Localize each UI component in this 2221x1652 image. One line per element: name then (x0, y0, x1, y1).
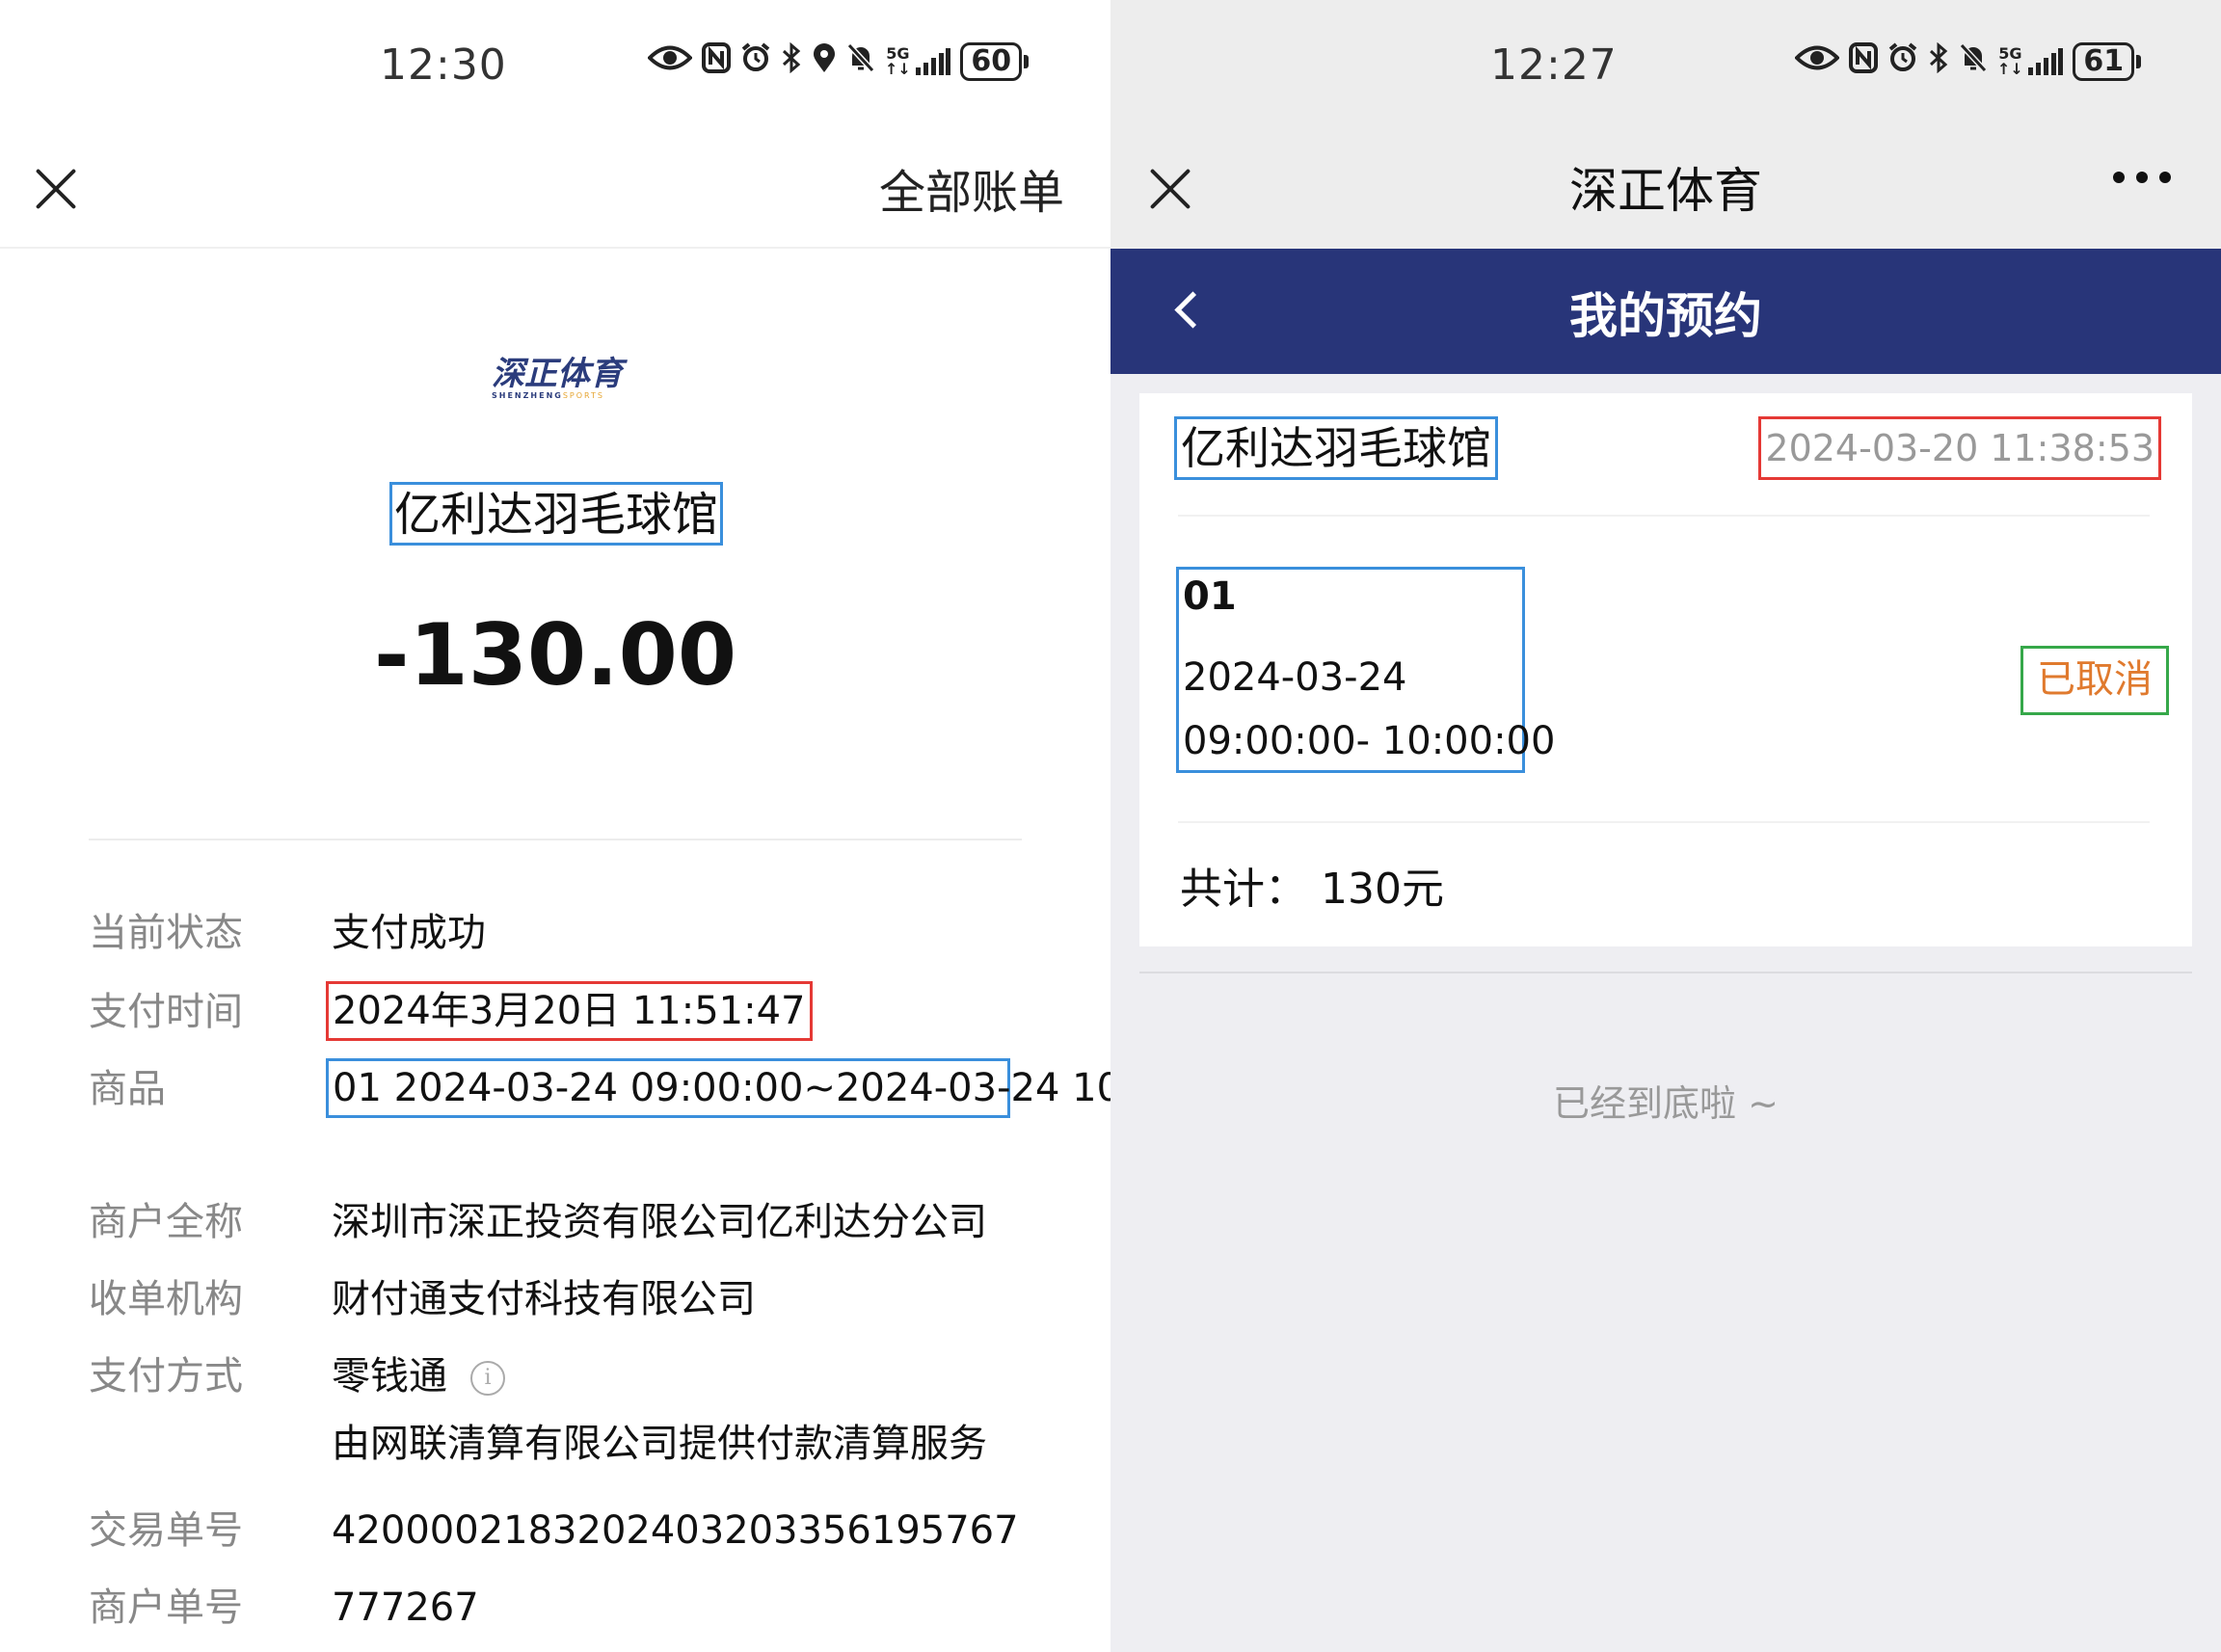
booking-header: 我的预约 (1110, 249, 2221, 374)
divider (1178, 515, 2150, 517)
detail-label: 支付时间 (89, 990, 243, 1034)
info-icon[interactable]: i (470, 1361, 505, 1396)
my-booking-screen: 12:27 5G ↑↓ 61 深正体育 我的预约 亿利达羽毛球馆 2024-03… (1110, 0, 2221, 1652)
bluetooth-icon (1928, 41, 1949, 81)
detail-label: 商户单号 (89, 1585, 243, 1630)
detail-label: 支付方式 (89, 1354, 243, 1399)
detail-value: 财付通支付科技有限公司 (332, 1277, 756, 1321)
status-bar: 12:30 5G ↑↓ 60 (0, 0, 1110, 127)
eye-icon (1794, 43, 1840, 80)
status-bar: 12:27 5G ↑↓ 61 (1110, 0, 2221, 127)
top-bar: 12:27 5G ↑↓ 61 深正体育 (1110, 0, 2221, 249)
merchant-logo: 深正体育 SHENZHENGSPORTS (492, 357, 627, 405)
clearing-note: 由网联清算有限公司提供付款清算服务 (332, 1422, 987, 1466)
detail-value-goods: 01 2024-03-24 09:00:00~2024-03-24 10:00:… (326, 1058, 1110, 1118)
page-title: 深正体育 (1569, 163, 1762, 219)
detail-value: 深圳市深正投资有限公司亿利达分公司 (332, 1200, 987, 1244)
top-nav-bar: 全部账单 (0, 127, 1110, 249)
detail-value-pay-time: 2024年3月20日 11:51:47 (326, 981, 813, 1041)
booking-total: 共计： 130元 (1180, 865, 1444, 914)
battery-level: 61 (2073, 42, 2135, 81)
close-icon[interactable] (33, 166, 79, 212)
status-icons: 5G ↑↓ 61 (1794, 41, 2142, 81)
booking-card[interactable]: 亿利达羽毛球馆 2024-03-20 11:38:53 01 2024-03-2… (1139, 393, 2192, 946)
battery-indicator: 60 (960, 42, 1030, 81)
slot-time-range: 09:00:00- 10:00:00 (1183, 719, 1556, 763)
detail-label: 收单机构 (89, 1277, 243, 1321)
pay-method-name: 零钱通 (332, 1354, 447, 1399)
more-icon[interactable] (2113, 172, 2171, 183)
detail-label: 当前状态 (89, 911, 243, 955)
eye-icon (647, 43, 693, 80)
list-end-text: 已经到底啦 ~ (1553, 1082, 1779, 1125)
slot-date: 2024-03-24 (1183, 655, 1407, 700)
detail-value: 777267 (332, 1585, 479, 1630)
battery-indicator: 61 (2073, 42, 2142, 81)
booking-venue: 亿利达羽毛球馆 (1174, 416, 1498, 480)
status-badge: 已取消 (2020, 646, 2169, 715)
slot-number: 01 (1183, 574, 1237, 619)
status-icons: 5G ↑↓ 60 (647, 41, 1030, 81)
detail-label: 商户全称 (89, 1200, 243, 1244)
all-bills-link[interactable]: 全部账单 (879, 154, 1064, 222)
status-time: 12:30 (380, 40, 507, 90)
detail-value: 支付成功 (332, 911, 486, 955)
nfc-icon (1849, 42, 1878, 81)
detail-value: 零钱通 i (332, 1349, 505, 1403)
booking-header-title: 我的预约 (1569, 288, 1762, 344)
status-time: 12:27 (1490, 40, 1618, 90)
signal-icon: 5G ↑↓ (1997, 46, 2064, 77)
nfc-icon (702, 42, 731, 81)
venue-name: 亿利达羽毛球馆 (389, 482, 724, 546)
location-icon (812, 42, 837, 81)
alarm-icon (1887, 42, 1918, 81)
bluetooth-icon (781, 41, 802, 81)
mute-icon (846, 42, 875, 81)
battery-level: 60 (960, 42, 1023, 81)
payment-detail-screen: 12:30 5G ↑↓ 60 全部账单 深正体育 SHENZHENGSPORTS… (0, 0, 1110, 1652)
detail-value: 4200002183202403203356195767 (332, 1508, 1019, 1553)
logo-text: 深正体育 (492, 355, 623, 393)
booking-created-time: 2024-03-20 11:38:53 (1758, 416, 2161, 480)
detail-label: 交易单号 (89, 1508, 243, 1553)
detail-label: 商品 (89, 1067, 166, 1111)
payment-amount: -130.00 (373, 605, 737, 705)
divider (1178, 821, 2150, 823)
mute-icon (1959, 42, 1988, 81)
divider (89, 839, 1022, 840)
booking-slot: 01 2024-03-24 09:00:00- 10:00:00 (1176, 567, 1555, 773)
alarm-icon (740, 42, 771, 81)
divider (1139, 972, 2192, 973)
signal-icon: 5G ↑↓ (885, 46, 951, 77)
